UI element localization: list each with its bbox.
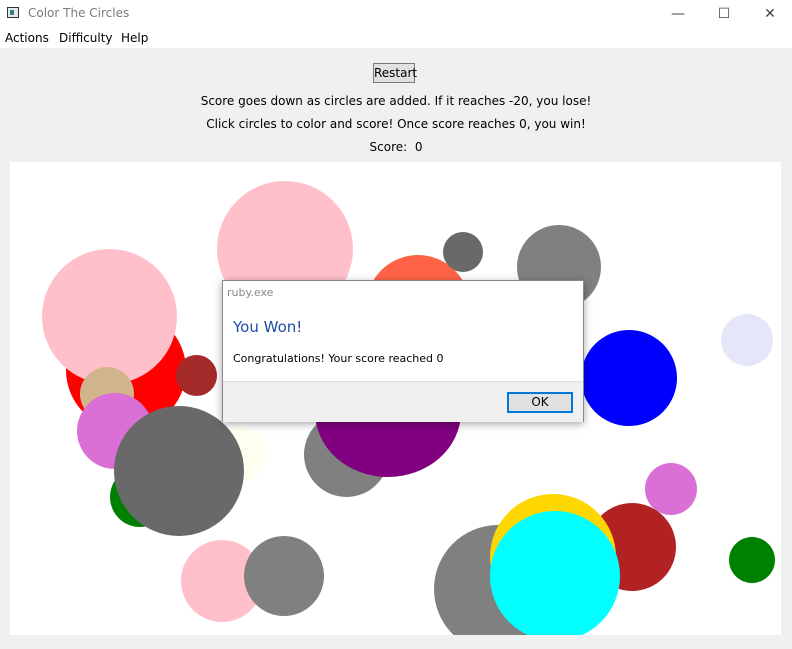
- dialog-footer: OK: [223, 381, 583, 422]
- menu-bar: Actions Difficulty Help: [0, 28, 792, 48]
- circle-gray[interactable]: [244, 536, 324, 616]
- circle-pink[interactable]: [42, 249, 177, 384]
- dialog-message: Congratulations! Your score reached 0: [233, 352, 444, 365]
- score-label: Score:: [369, 140, 408, 154]
- restart-button[interactable]: Restart: [373, 63, 417, 83]
- maximize-button[interactable]: ☐: [701, 0, 747, 28]
- circle-green[interactable]: [729, 537, 775, 583]
- circle-cyan[interactable]: [490, 511, 620, 635]
- window-title: Color The Circles: [28, 6, 130, 20]
- circle-orchid[interactable]: [645, 463, 697, 515]
- circle-lavender[interactable]: [721, 314, 773, 366]
- close-button[interactable]: ✕: [747, 0, 792, 28]
- score-value: 0: [414, 140, 423, 154]
- circle-brown[interactable]: [176, 355, 217, 396]
- title-bar: Color The Circles — ☐ ✕: [0, 0, 792, 28]
- rules-text-lose: Score goes down as circles are added. If…: [200, 94, 592, 108]
- menu-help[interactable]: Help: [121, 31, 148, 45]
- circle-dim-gray[interactable]: [443, 232, 483, 272]
- circle-dim-gray[interactable]: [114, 406, 244, 536]
- score-display: Score: 0: [0, 140, 792, 154]
- win-dialog: ruby.exe You Won! Congratulations! Your …: [222, 280, 584, 422]
- minimize-button[interactable]: —: [655, 0, 701, 28]
- menu-actions[interactable]: Actions: [5, 31, 49, 45]
- rules-text-win: Click circles to color and score! Once s…: [206, 117, 586, 131]
- circle-blue[interactable]: [581, 330, 677, 426]
- menu-difficulty[interactable]: Difficulty: [59, 31, 113, 45]
- app-icon: [7, 7, 19, 18]
- dialog-title: ruby.exe: [227, 286, 274, 299]
- dialog-heading: You Won!: [233, 318, 303, 336]
- ok-button[interactable]: OK: [507, 392, 573, 413]
